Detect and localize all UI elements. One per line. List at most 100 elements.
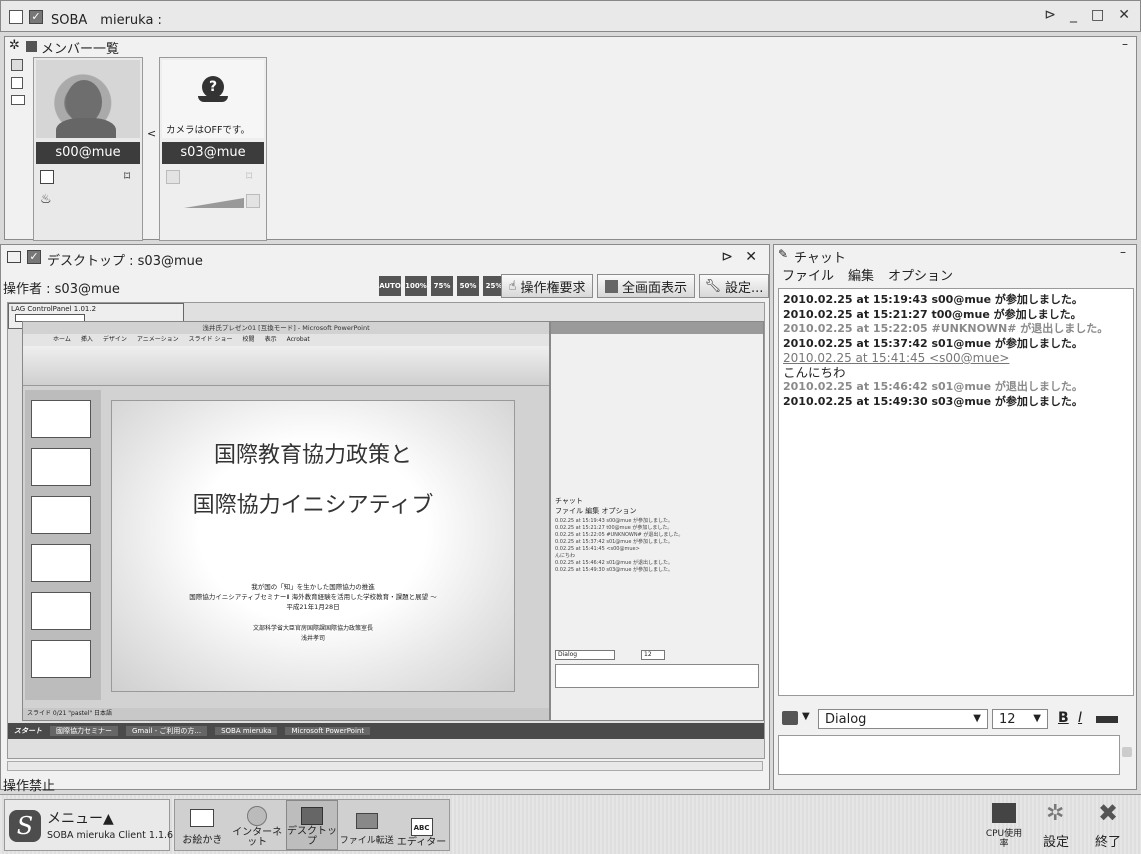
member-card[interactable]: s00@mue ⌑ ♨ — [33, 57, 143, 241]
members-header: ✲ メンバー一覧 – — [5, 37, 1136, 57]
exit-button[interactable]: ✖ 終了 — [1086, 799, 1130, 851]
slide-thumbnails — [25, 390, 101, 700]
chat-line: 2010.02.25 at 15:22:05 #UNKNOWN# が退出しました… — [783, 322, 1109, 335]
zoom-75-button[interactable]: 75% — [431, 276, 453, 296]
volume-slider[interactable] — [166, 192, 244, 210]
member-card[interactable]: ? カメラはOFFです。 s03@mue ⌑ — [159, 57, 267, 241]
tool-file-transfer[interactable]: ファイル転送 — [340, 800, 394, 850]
view-mode-buttons — [11, 59, 27, 105]
remote-desktop-view[interactable]: LAG ControlPanel 1.01.2 浅井氏プレゼン01 [互換モード… — [7, 302, 765, 759]
speaker-icon[interactable]: ♨ — [40, 192, 56, 208]
fullscreen-icon — [604, 279, 618, 293]
chat-icon: ✎ — [778, 247, 789, 261]
chat-panel: ✎ チャット – ファイル 編集 オプション 2010.02.25 at 15:… — [773, 244, 1137, 790]
tool-internet[interactable]: インターネット — [231, 800, 283, 850]
request-control-button[interactable]: ☝ 操作権要求 — [501, 274, 593, 298]
settings-taskbar-button[interactable]: ✲ 設定 — [1034, 799, 1078, 851]
card-separator-arrow: < — [147, 127, 157, 140]
menu-edit[interactable]: 編集 — [848, 265, 874, 284]
pin-icon[interactable]: ⌑ — [246, 170, 258, 184]
tool-drawing[interactable]: お絵かき — [176, 800, 228, 850]
remote-chat-header: チャット — [555, 497, 583, 505]
list-icon — [26, 41, 37, 52]
emoticon-icon[interactable] — [782, 711, 798, 725]
tool-tray: お絵かき インターネット デスクトップ ファイル転送 ABC エディター — [174, 799, 450, 851]
close-icon[interactable]: ✕ — [745, 249, 757, 265]
view-mode-2-button[interactable] — [11, 77, 23, 89]
mic-icon[interactable] — [40, 170, 54, 184]
view-mode-3-button[interactable] — [11, 95, 25, 105]
camera-off-text: カメラはOFFです。 — [166, 125, 250, 136]
menu-label: メニュー▲ — [47, 811, 114, 827]
zoom-auto-button[interactable]: AUTO — [379, 276, 401, 296]
desktop-icon — [300, 807, 323, 825]
menu-file[interactable]: ファイル — [782, 265, 834, 284]
chat-log: 2010.02.25 at 15:19:43 s00@mue が参加しました。 … — [778, 288, 1134, 696]
chat-line: 2010.02.25 at 15:49:30 s03@mue が参加しました。 — [783, 394, 1083, 408]
app-taskbar: S メニュー▲ SOBA mieruka Client 1.1.6 お絵かき イ… — [0, 794, 1141, 854]
slide-title-1: 国際教育協力政策と — [213, 443, 412, 468]
remote-chat-menu: ファイル 編集 オプション — [555, 507, 637, 515]
member-video-off: ? カメラはOFFです。 — [162, 60, 264, 138]
fullscreen-button[interactable]: 全画面表示 — [597, 274, 695, 298]
chat-input[interactable] — [778, 735, 1120, 775]
speaker-icon[interactable] — [246, 194, 260, 208]
desktop-toolbar: 操作者 : s03@mue AUTO 100% 75% 50% 25% ☝ 操作権… — [1, 271, 769, 301]
pin-icon[interactable]: ⌑ — [124, 170, 136, 184]
zoom-100-button[interactable]: 100% — [405, 276, 427, 296]
chevron-down-icon: ▼ — [973, 713, 981, 724]
minimize-icon[interactable]: _ — [1070, 7, 1077, 23]
collapse-icon[interactable]: – — [1122, 37, 1128, 51]
chat-menu: ファイル 編集 オプション — [782, 265, 953, 284]
slide-subtitle: 国際協力イニシアティブセミナーⅡ 海外教育経験を活用した学校教育・課題と展望 ～ — [189, 593, 437, 601]
dock-icon[interactable]: ⊳ — [721, 249, 733, 265]
bold-button[interactable]: B — [1058, 710, 1069, 726]
zoom-buttons: AUTO 100% 75% 50% 25% — [379, 276, 505, 296]
tool-desktop[interactable]: デスクトップ — [285, 800, 338, 850]
italic-button[interactable]: I — [1078, 710, 1082, 726]
tool-editor[interactable]: ABC エディター — [396, 800, 448, 850]
settings-button[interactable]: 🔧︎ 設定... — [699, 274, 769, 298]
unknown-user-icon: ? — [202, 76, 224, 98]
desktop-header: ✓ デスクトップ : s03@mue ⊳ ✕ — [1, 245, 769, 271]
collapse-icon[interactable]: – — [1120, 245, 1126, 259]
size-select[interactable]: 12 ▼ — [992, 709, 1048, 729]
chevron-down-icon[interactable]: ▼ — [802, 711, 810, 722]
chat-line: 2010.02.25 at 15:46:42 s01@mue が退出しました。 — [783, 380, 1083, 393]
cpu-usage-button[interactable]: CPU使用率 — [982, 799, 1026, 851]
font-select[interactable]: Dialog ▼ — [818, 709, 988, 729]
dock-icon[interactable]: ⊳ — [1044, 7, 1056, 23]
zoom-50-button[interactable]: 50% — [457, 276, 479, 296]
members-panel: ✲ メンバー一覧 – s00@mue ⌑ ♨ < ? カメラはOFFです。 s0… — [4, 36, 1137, 241]
chat-line: 2010.02.25 at 15:37:42 s01@mue が参加しました。 — [783, 336, 1083, 350]
member-video — [36, 60, 140, 138]
gear-icon[interactable]: ✲ — [9, 38, 20, 53]
slide-subtitle: 我が国の「知」を生かした国際協力の推進 — [251, 583, 375, 591]
chat-line: こんにちわ — [783, 364, 846, 380]
monitor-icon — [7, 251, 21, 263]
globe-icon — [247, 806, 268, 826]
send-icon[interactable] — [1122, 747, 1132, 757]
window-titlebar: ✓ SOBA mieruka : ⊳ _ □ ✕ — [0, 0, 1141, 32]
chat-title: チャット — [794, 251, 846, 266]
view-mode-1-button[interactable] — [11, 59, 23, 71]
gear-icon: ✲ — [1046, 801, 1065, 826]
chevron-down-icon: ▼ — [1033, 713, 1041, 724]
wrench-icon: 🔧︎ — [704, 278, 722, 294]
slide-subtitle: 文部科学省大臣官房国際課国際協力政策室長 — [252, 625, 373, 632]
chat-line: 2010.02.25 at 15:19:43 s00@mue が参加しました。 — [783, 293, 1083, 306]
mic-icon[interactable] — [166, 170, 180, 184]
menu-button[interactable]: S メニュー▲ SOBA mieruka Client 1.1.6 — [4, 799, 173, 851]
chat-line: 2010.02.25 at 15:21:27 t00@mue が参加しました。 — [783, 307, 1082, 321]
slide-subtitle: 平成21年1月28日 — [286, 603, 340, 611]
window-menu-icon[interactable] — [9, 10, 23, 24]
checkbox-checked-icon: ✓ — [29, 10, 43, 24]
chat-line[interactable]: 2010.02.25 at 15:41:45 <s00@mue> — [783, 351, 1129, 366]
desktop-panel: ✓ デスクトップ : s03@mue ⊳ ✕ 操作者 : s03@mue AUT… — [0, 244, 770, 794]
close-icon[interactable]: ✕ — [1118, 7, 1130, 23]
maximize-icon[interactable]: □ — [1091, 7, 1104, 23]
color-button[interactable] — [1096, 716, 1118, 723]
slide-title-2: 国際協力イニシアティブ — [192, 493, 434, 518]
horizontal-scrollbar[interactable] — [7, 761, 763, 771]
menu-options[interactable]: オプション — [888, 265, 953, 284]
